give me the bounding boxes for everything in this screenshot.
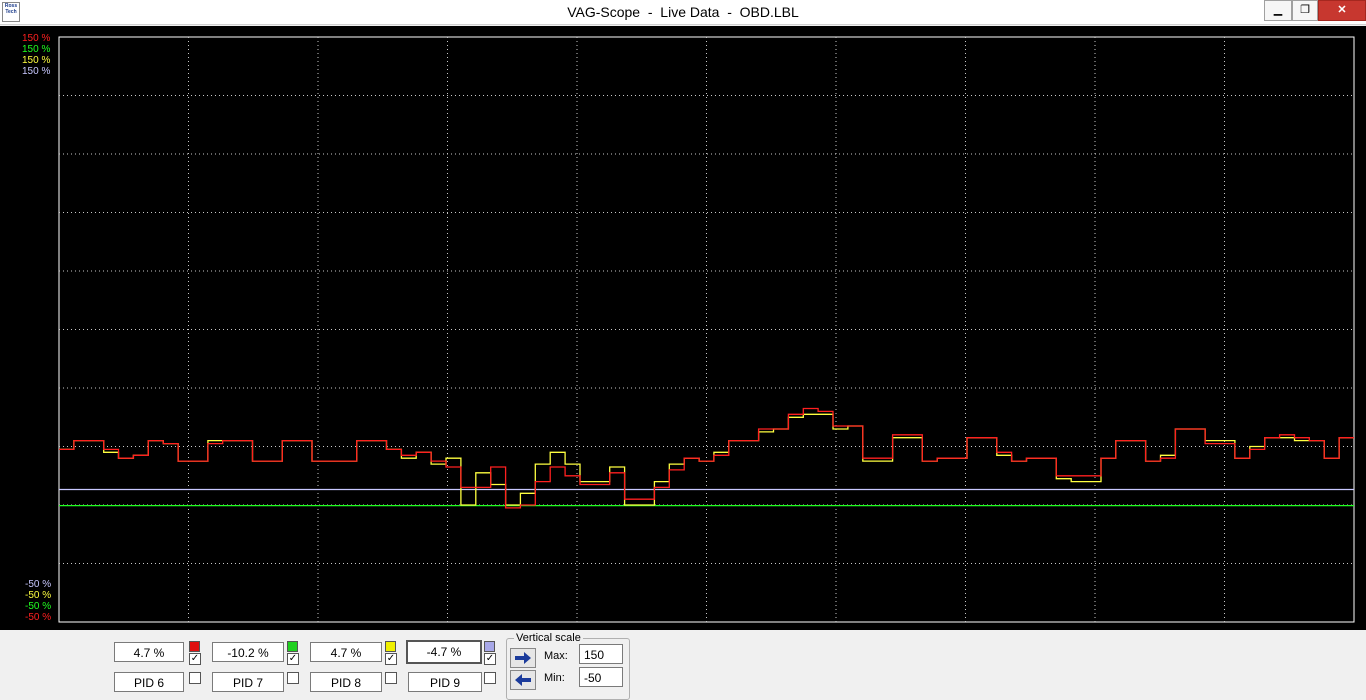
channel-value-pid8: 4.7 % — [310, 642, 382, 662]
vertical-scale-legend: Vertical scale — [514, 632, 583, 644]
scope-chart — [58, 36, 1355, 623]
channel-value-pid7: -10.2 % — [212, 642, 284, 662]
channel-checkbox[interactable]: ✓ — [484, 653, 496, 665]
channel-value-pid6: 4.7 % — [114, 642, 184, 662]
series-line-pid-8 — [59, 413, 1354, 506]
scale-max-label: Max: — [544, 650, 568, 662]
channel-color-swatch — [287, 641, 298, 652]
channel-checkbox[interactable]: ✓ — [189, 653, 201, 665]
title-bar: Ross Tech VAG-Scope - Live Data - OBD.LB… — [0, 0, 1366, 25]
scale-max-input[interactable]: 150 — [579, 644, 623, 664]
series-line-pid-6 — [59, 407, 1354, 509]
scope-display: 150 % 150 % 150 % 150 % -50 % -50 % -50 … — [0, 26, 1366, 630]
pid-checkbox[interactable] — [385, 672, 397, 684]
scale-bottom-blue: -50 % — [25, 579, 52, 590]
channel-color-swatch — [484, 641, 495, 652]
pid-selector[interactable]: PID 9 — [408, 672, 482, 692]
pid-selector[interactable]: PID 8 — [310, 672, 382, 692]
channel-checkbox[interactable]: ✓ — [287, 653, 299, 665]
scale-max-apply-button[interactable] — [510, 648, 536, 668]
channel-color-swatch — [385, 641, 396, 652]
control-panel: 4.7 % ✓ PID 6 -10.2 % ✓ PID 7 4.7 % ✓ PI… — [0, 630, 1366, 700]
arrow-right-icon — [515, 652, 531, 664]
scale-bottom-green: -50 % — [25, 601, 52, 612]
channel-checkbox[interactable]: ✓ — [385, 653, 397, 665]
arrow-left-icon — [515, 674, 531, 686]
pid-checkbox[interactable] — [484, 672, 496, 684]
window-title: VAG-Scope - Live Data - OBD.LBL — [567, 4, 799, 20]
scale-top-green: 150 % — [22, 44, 51, 55]
scale-bottom-yellow: -50 % — [25, 590, 52, 601]
scale-min-label: Min: — [544, 672, 565, 684]
scale-bottom-red: -50 % — [25, 612, 52, 623]
scale-min-input[interactable]: -50 — [579, 667, 623, 687]
minimize-button[interactable]: ▁ — [1264, 0, 1292, 21]
pid-selector[interactable]: PID 6 — [114, 672, 184, 692]
scale-top-blue: 150 % — [22, 66, 51, 77]
scale-top-yellow: 150 % — [22, 55, 51, 66]
pid-checkbox[interactable] — [189, 672, 201, 684]
maximize-button[interactable]: ❐ — [1292, 0, 1318, 21]
channel-value-pid9: -4.7 % — [406, 640, 482, 664]
pid-checkbox[interactable] — [287, 672, 299, 684]
pid-selector[interactable]: PID 7 — [212, 672, 284, 692]
close-button[interactable]: ✕ — [1318, 0, 1366, 21]
channel-color-swatch — [189, 641, 200, 652]
scale-top-red: 150 % — [22, 33, 51, 44]
scale-min-apply-button[interactable] — [510, 670, 536, 690]
